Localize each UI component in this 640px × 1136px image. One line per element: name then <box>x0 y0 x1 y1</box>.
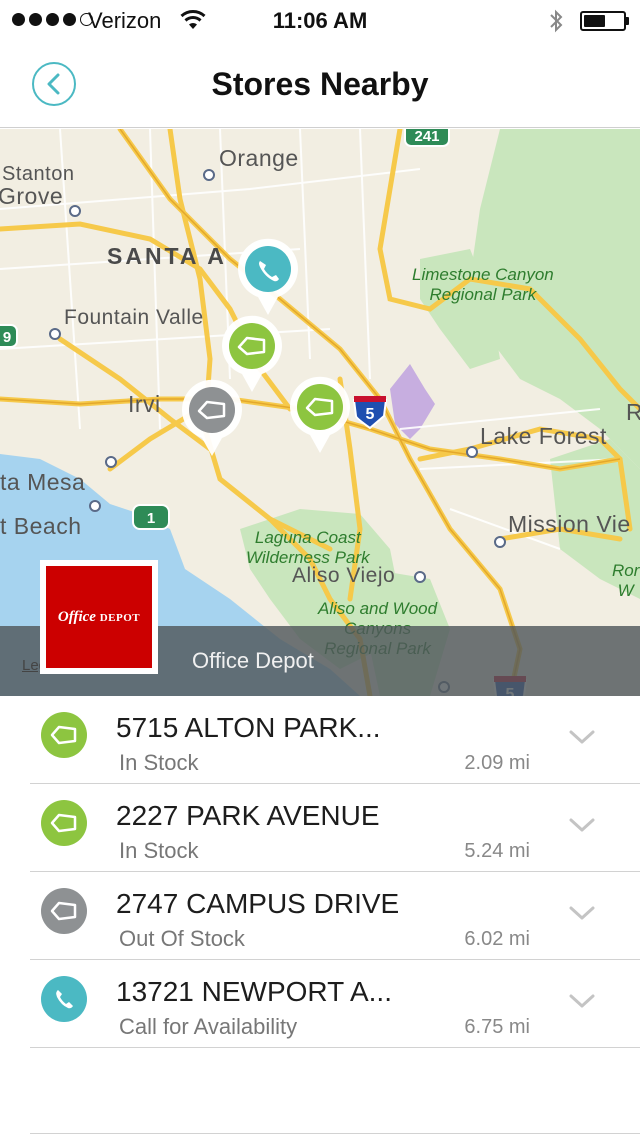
battery-icon <box>580 11 626 31</box>
highway-5-shield: 5 <box>352 394 388 435</box>
store-distance: 6.02 mi <box>464 928 530 950</box>
tag-icon <box>41 800 87 846</box>
map-pin-call[interactable] <box>236 237 300 317</box>
list-item[interactable]: 2227 PARK AVENUE In Stock 5.24 mi <box>30 784 640 872</box>
navigation-bar: Stores Nearby <box>0 40 640 128</box>
store-distance: 2.09 mi <box>464 752 530 774</box>
stock-status: In Stock <box>119 838 199 863</box>
map-pin-out-of-stock[interactable] <box>180 378 244 458</box>
store-address: 13721 NEWPORT A... <box>116 976 392 1007</box>
chevron-down-icon[interactable] <box>568 904 596 927</box>
map-label-r-edge: R <box>626 399 640 425</box>
map-label-ror: Ror W <box>612 561 640 600</box>
map-label-irvine: Irvi <box>128 391 161 417</box>
list-item[interactable]: 13721 NEWPORT A... Call for Availability… <box>30 960 640 1048</box>
map-label-mission-viejo: Mission Vie <box>508 511 631 537</box>
chevron-down-icon[interactable] <box>568 816 596 839</box>
stock-status: Call for Availability <box>119 1014 298 1039</box>
chevron-down-icon[interactable] <box>568 728 596 751</box>
svg-text:5: 5 <box>366 406 375 423</box>
store-address: 2747 CAMPUS DRIVE <box>116 888 400 919</box>
chevron-down-icon[interactable] <box>568 992 596 1015</box>
phone-icon <box>41 976 87 1022</box>
map-label-grove: Grove <box>0 183 64 209</box>
svg-text:241: 241 <box>414 129 439 145</box>
status-bar: Verizon 11:06 AM <box>0 0 640 40</box>
stock-status: Out Of Stock <box>119 926 245 951</box>
store-address: 5715 ALTON PARK... <box>116 712 381 743</box>
store-logo: Office DEPOT <box>40 560 158 674</box>
tag-icon <box>41 888 87 934</box>
store-distance: 6.75 mi <box>464 1016 530 1038</box>
clock: 11:06 AM <box>272 8 368 33</box>
selected-store-name: Office Depot <box>192 648 314 673</box>
bluetooth-icon <box>548 8 564 39</box>
list-item[interactable]: 5715 ALTON PARK... In Stock 2.09 mi <box>30 696 640 784</box>
map-label-lake-forest: Lake Forest <box>480 423 607 449</box>
highway-1-shield: 1 <box>132 503 172 538</box>
list-item[interactable]: 2747 CAMPUS DRIVE Out Of Stock 6.02 mi <box>30 872 640 960</box>
map-label-newport-beach: t Beach <box>0 513 82 539</box>
map-label-limestone-canyon: Limestone Canyon Regional Park <box>412 265 554 304</box>
highway-241-shield: 241 <box>404 129 450 154</box>
highway-9-shield: 9 <box>0 324 20 355</box>
map-label-costa-mesa: ta Mesa <box>0 469 86 495</box>
map-label-fountain-valley: Fountain Valle <box>64 306 204 329</box>
store-list: 5715 ALTON PARK... In Stock 2.09 mi 2227… <box>0 696 640 1048</box>
store-address: 2227 PARK AVENUE <box>116 800 380 831</box>
store-map[interactable]: Orange Stanton Grove SANTA A Fountain Va… <box>0 129 640 696</box>
map-label-orange: Orange <box>219 145 299 171</box>
store-distance: 5.24 mi <box>464 840 530 862</box>
page-title: Stores Nearby <box>211 66 429 102</box>
map-label-santa-ana: SANTA A <box>107 243 227 269</box>
map-pin-in-stock-1[interactable] <box>288 375 352 455</box>
map-label-laguna-coast: Laguna Coast Wilderness Park <box>246 528 370 567</box>
tag-icon <box>41 712 87 758</box>
stock-status: In Stock <box>119 750 199 775</box>
svg-text:1: 1 <box>147 510 155 527</box>
list-bottom-divider <box>30 1133 640 1134</box>
svg-text:9: 9 <box>3 329 11 346</box>
